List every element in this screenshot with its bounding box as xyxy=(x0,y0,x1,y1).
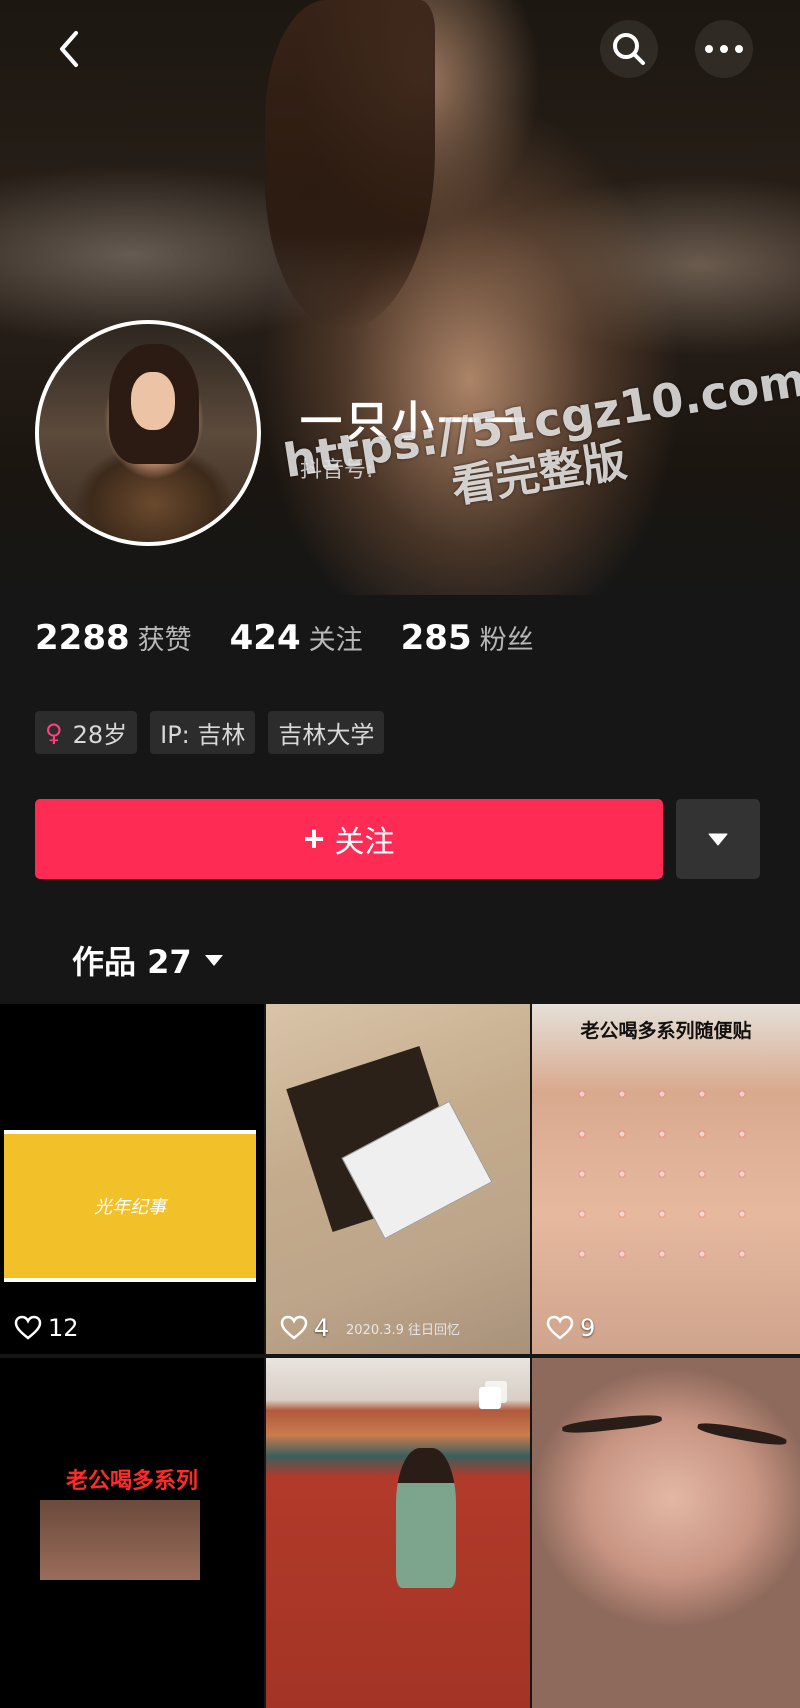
caret-down-icon xyxy=(708,833,728,846)
stat-label: 获赞 xyxy=(137,625,192,656)
stat-value: 285 xyxy=(400,618,472,658)
thumbnail-image xyxy=(561,1412,663,1436)
like-count-value: 9 xyxy=(580,1314,596,1342)
stat-following[interactable]: 424 关注 xyxy=(230,618,363,658)
follow-label: 关注 xyxy=(334,826,395,859)
thumbnail-caption: 老公喝多系列随便贴 xyxy=(580,1020,752,1042)
tag-ip: IP: 吉林 xyxy=(150,711,256,754)
stat-value: 2288 xyxy=(35,618,130,658)
heart-icon xyxy=(14,1315,42,1340)
stat-likes[interactable]: 2288 获赞 xyxy=(35,618,192,658)
plus-icon: + xyxy=(303,818,325,859)
follow-button[interactable]: + 关注 xyxy=(35,799,663,879)
like-count-value: 4 xyxy=(314,1314,330,1342)
thumbnail-image xyxy=(396,1448,456,1588)
search-icon xyxy=(613,33,645,65)
tag-ip-label: IP: 吉林 xyxy=(160,721,246,749)
tab-works-label: 作品 27 xyxy=(72,943,192,981)
heart-icon xyxy=(280,1315,308,1340)
tag-age: ♀ 28岁 xyxy=(35,711,138,754)
tag-school-label: 吉林大学 xyxy=(278,721,375,749)
video-thumbnail[interactable] xyxy=(266,1358,530,1708)
tab-works[interactable]: 作品 27 xyxy=(72,937,224,983)
female-icon: ♀ xyxy=(45,718,63,747)
search-button[interactable] xyxy=(600,20,658,78)
cover-photo-figure xyxy=(265,0,435,330)
video-thumbnail[interactable]: 老公喝多系列 xyxy=(0,1358,264,1708)
video-thumbnail[interactable]: 老公喝多系列随便贴 9 xyxy=(532,1004,800,1354)
avatar-photo-face xyxy=(131,372,175,430)
heart-icon xyxy=(546,1315,574,1340)
like-count: 9 xyxy=(546,1314,595,1342)
thumbnail-overlay-text: 光年纪事 xyxy=(94,1197,166,1218)
thumbnail-image xyxy=(562,1074,772,1264)
stat-value: 424 xyxy=(229,618,301,658)
like-count: 4 xyxy=(280,1314,329,1342)
thumbnail-date: 2020.3.9 往日回忆 xyxy=(346,1323,461,1338)
back-button[interactable] xyxy=(40,20,98,78)
recommend-dropdown-button[interactable] xyxy=(676,799,760,879)
like-count-value: 12 xyxy=(48,1314,79,1342)
more-button[interactable] xyxy=(695,20,753,78)
avatar[interactable] xyxy=(35,320,261,546)
more-horizontal-icon xyxy=(705,45,743,53)
stat-label: 关注 xyxy=(308,625,363,656)
thumbnail-image: 光年纪事 xyxy=(4,1130,256,1282)
thumbnail-image-detail xyxy=(696,1420,788,1448)
stat-followers[interactable]: 285 粉丝 xyxy=(401,618,534,658)
video-thumbnail[interactable] xyxy=(532,1358,800,1708)
video-thumbnail[interactable]: 4 2020.3.9 往日回忆 xyxy=(266,1004,530,1354)
chevron-left-icon xyxy=(60,31,78,67)
tag-school[interactable]: 吉林大学 xyxy=(268,711,385,754)
profile-tags: ♀ 28岁 IP: 吉林 吉林大学 xyxy=(35,711,397,754)
thumbnail-image xyxy=(40,1500,200,1580)
caret-down-icon xyxy=(204,955,223,966)
like-count: 12 xyxy=(14,1314,79,1342)
tag-age-label: 28岁 xyxy=(72,721,128,749)
stat-label: 粉丝 xyxy=(479,625,534,656)
profile-stats: 2288 获赞 424 关注 285 粉丝 xyxy=(35,618,572,658)
thumbnail-caption: 老公喝多系列 xyxy=(65,1469,198,1494)
multi-image-icon xyxy=(479,1381,507,1409)
video-thumbnail[interactable]: 光年纪事 12 xyxy=(0,1004,264,1354)
